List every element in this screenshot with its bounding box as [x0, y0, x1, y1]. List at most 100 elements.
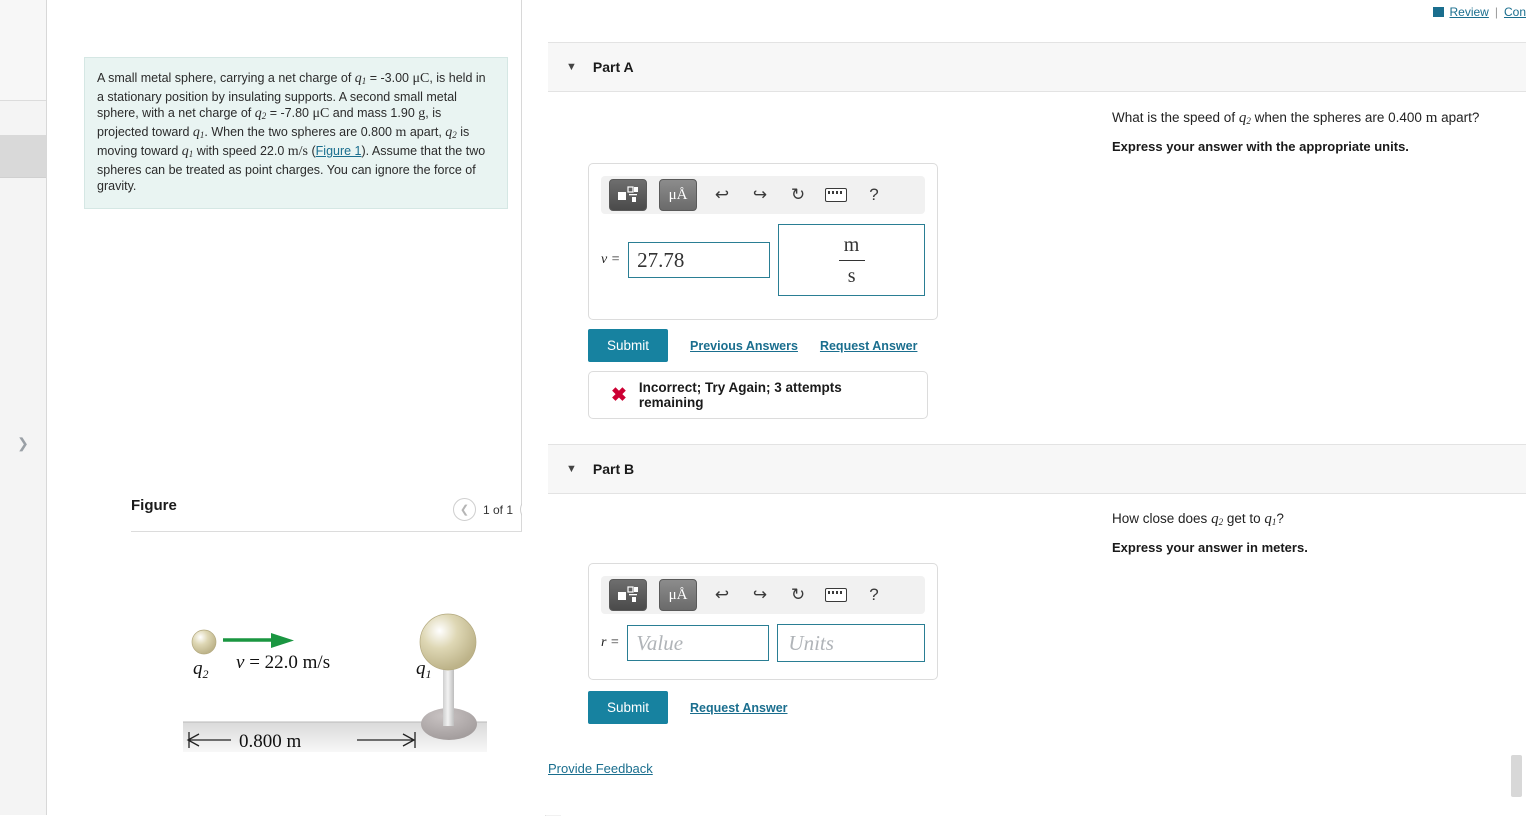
- topbar: Review | Con: [1433, 0, 1526, 24]
- chevron-right-icon[interactable]: ❯: [0, 430, 46, 456]
- svg-text:0.800 m: 0.800 m: [239, 731, 302, 752]
- figure-1-link[interactable]: Figure 1: [316, 144, 362, 158]
- review-link[interactable]: Review: [1450, 5, 1489, 19]
- part-b-toolbar: μÅ ↩ ↪ ↻ ?: [601, 576, 925, 614]
- micro-angstrom-icon[interactable]: μÅ: [659, 579, 697, 611]
- part-b-question-text: How close does q2 get to q1?: [1112, 511, 1308, 528]
- pa-q-mid: when the spheres are 0.400: [1251, 110, 1426, 125]
- constants-link[interactable]: Con: [1504, 5, 1526, 19]
- left-rail: ❯: [0, 0, 47, 815]
- math-template-icon[interactable]: [609, 179, 647, 211]
- pa-q-pre: What is the speed of: [1112, 110, 1239, 125]
- problem-statement: A small metal sphere, carrying a net cha…: [84, 57, 508, 209]
- rail-highlight-block[interactable]: [0, 135, 46, 178]
- pa-q-post: apart?: [1437, 110, 1479, 125]
- problem-unit-microcoulomb-1: μC: [412, 71, 429, 86]
- redo-icon[interactable]: ↪: [747, 582, 773, 608]
- reset-icon[interactable]: ↻: [785, 182, 811, 208]
- part-b-label: Part B: [593, 461, 634, 477]
- fraction-bar: [839, 260, 865, 261]
- book-icon: [1433, 7, 1444, 17]
- keyboard-icon[interactable]: [823, 182, 849, 208]
- micro-angstrom-label: μÅ: [669, 587, 688, 604]
- problem-q2-symbol: q2: [255, 106, 267, 121]
- problem-q1-symbol-b: q1: [193, 125, 205, 140]
- provide-feedback-link[interactable]: Provide Feedback: [548, 761, 653, 776]
- problem-text-11: (: [308, 144, 316, 158]
- part-a-actions: Submit Previous Answers Request Answer: [588, 329, 917, 362]
- figure-counter: 1 of 1: [483, 503, 513, 517]
- part-a-feedback: ✖ Incorrect; Try Again; 3 attempts remai…: [588, 371, 928, 419]
- part-b-units-placeholder: Units: [788, 631, 834, 656]
- problem-unit-mps: m/s: [288, 144, 308, 159]
- problem-q1-symbol: q1: [355, 71, 367, 86]
- help-icon[interactable]: ?: [861, 582, 887, 608]
- micro-angstrom-icon[interactable]: μÅ: [659, 179, 697, 211]
- part-b-instruction: Express your answer in meters.: [1112, 540, 1308, 555]
- problem-text-5: and mass 1.90: [329, 106, 418, 120]
- math-template-icon[interactable]: [609, 579, 647, 611]
- figure-diagram: q2 q1 v = 22.0 m/s 0.800 m: [131, 532, 546, 816]
- topbar-divider: |: [1495, 5, 1498, 19]
- part-a-value-input[interactable]: [628, 242, 770, 278]
- undo-icon[interactable]: ↩: [709, 182, 735, 208]
- caret-down-icon[interactable]: ▼: [566, 61, 577, 73]
- page-scrollbar-thumb[interactable]: [1511, 755, 1522, 797]
- figure-panel: q2 q1 v = 22.0 m/s 0.800 m ▲ ▼: [131, 531, 561, 816]
- part-a-request-answer-link[interactable]: Request Answer: [820, 339, 917, 353]
- part-a-submit-button[interactable]: Submit: [588, 329, 668, 362]
- problem-unit-meter: m: [395, 125, 406, 140]
- part-b-question: How close does q2 get to q1? Express you…: [1112, 511, 1308, 555]
- svg-text:v = 22.0 m/s: v = 22.0 m/s: [236, 652, 330, 673]
- error-x-icon: ✖: [611, 384, 627, 407]
- problem-text-7: . When the two spheres are 0.800: [204, 125, 395, 139]
- rail-top-block: [0, 0, 46, 101]
- part-b-value-input[interactable]: [627, 625, 769, 661]
- part-a-input-row: v = m s: [589, 214, 937, 310]
- problem-text-10: with speed 22.0: [193, 144, 288, 158]
- part-b-units-field[interactable]: Units: [777, 624, 925, 662]
- part-a-toolbar: μÅ ↩ ↪ ↻ ?: [601, 176, 925, 214]
- pb-q-mid: get to: [1223, 511, 1264, 526]
- part-a-question: What is the speed of q2 when the spheres…: [1112, 110, 1479, 154]
- pb-q-post: ?: [1276, 511, 1284, 526]
- undo-icon[interactable]: ↩: [709, 582, 735, 608]
- pb-q-var2: q1: [1264, 511, 1276, 527]
- part-a-unit-denominator: s: [848, 266, 856, 286]
- part-b-answer-box: μÅ ↩ ↪ ↻ ? r = Units: [588, 563, 938, 680]
- part-a-answer-box: μÅ ↩ ↪ ↻ ? v = m s: [588, 163, 938, 320]
- problem-text-1: A small metal sphere, carrying a net cha…: [97, 71, 355, 85]
- chevron-left-icon[interactable]: ❮: [453, 498, 476, 521]
- problem-text-2: = -3.00: [366, 71, 412, 85]
- problem-q1-symbol-c: q1: [182, 144, 194, 159]
- pb-q-pre: How close does: [1112, 511, 1211, 526]
- problem-text-4: = -7.80: [266, 106, 312, 120]
- reset-icon[interactable]: ↻: [785, 582, 811, 608]
- redo-icon[interactable]: ↪: [747, 182, 773, 208]
- part-b-header[interactable]: ▼ Part B: [548, 444, 1526, 494]
- problem-unit-microcoulomb-2: μC: [312, 106, 329, 121]
- micro-angstrom-label: μÅ: [669, 187, 688, 204]
- part-b-variable-label: r =: [601, 635, 619, 651]
- part-a-variable-label: v =: [601, 252, 620, 268]
- pa-q-var: q2: [1239, 110, 1251, 126]
- pb-q-var1: q2: [1211, 511, 1223, 527]
- keyboard-icon[interactable]: [823, 582, 849, 608]
- part-b-input-row: r = Units: [589, 614, 937, 676]
- part-a-units-field[interactable]: m s: [778, 224, 925, 296]
- problem-q2-symbol-b: q2: [445, 125, 457, 140]
- figure-title: Figure: [131, 497, 177, 514]
- caret-down-icon[interactable]: ▼: [566, 463, 577, 475]
- problem-text-8: apart,: [406, 125, 445, 139]
- part-a-instruction: Express your answer with the appropriate…: [1112, 139, 1479, 154]
- part-a-previous-answers-link[interactable]: Previous Answers: [690, 339, 798, 353]
- part-a-feedback-text: Incorrect; Try Again; 3 attempts remaini…: [639, 380, 905, 410]
- help-icon[interactable]: ?: [861, 182, 887, 208]
- part-b-actions: Submit Request Answer: [588, 691, 788, 724]
- part-b-request-answer-link[interactable]: Request Answer: [690, 701, 787, 715]
- svg-text:q2: q2: [193, 658, 209, 681]
- part-a-label: Part A: [593, 59, 634, 75]
- right-content-column: Review | Con ▼ Part A What is the speed …: [522, 0, 1526, 815]
- part-b-submit-button[interactable]: Submit: [588, 691, 668, 724]
- part-a-header[interactable]: ▼ Part A: [548, 42, 1526, 92]
